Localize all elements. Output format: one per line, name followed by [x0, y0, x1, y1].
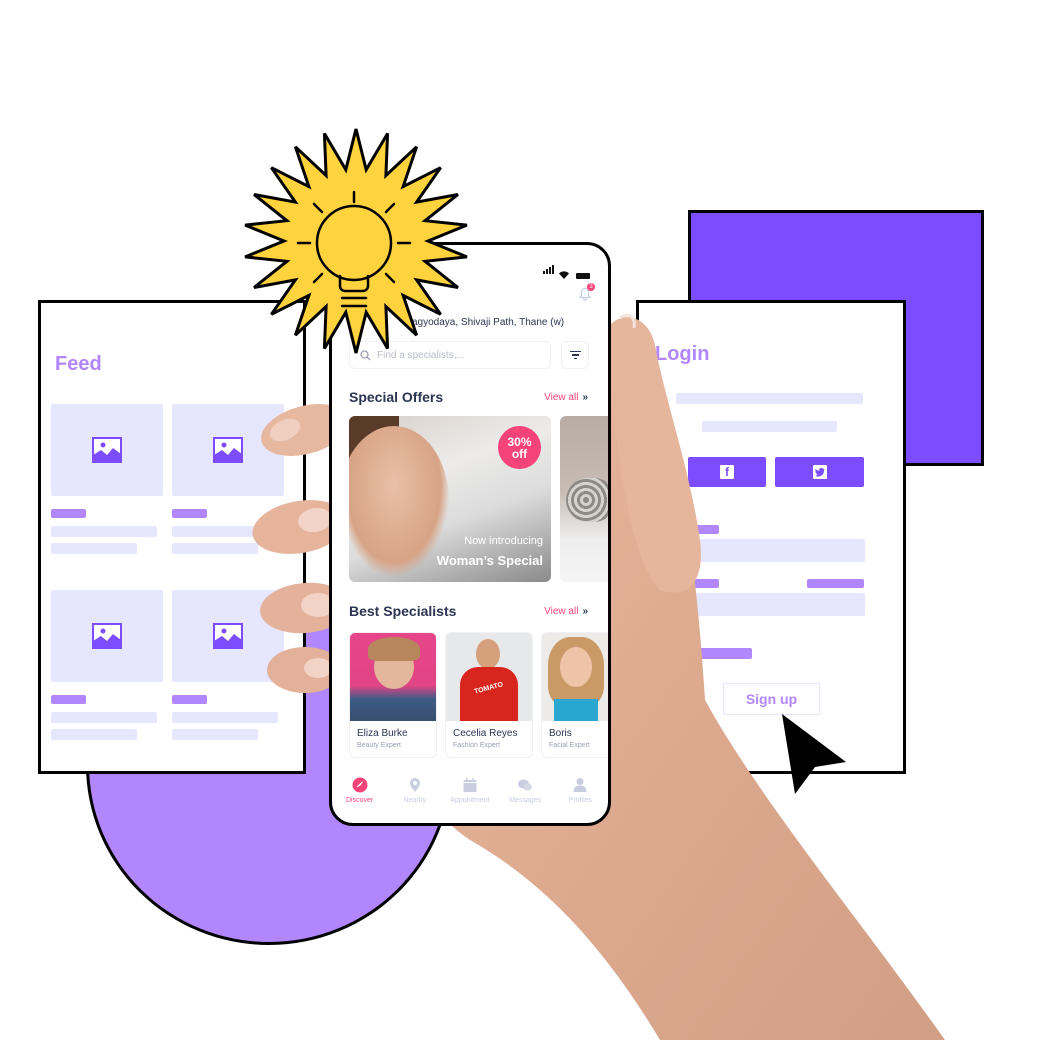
special-offers-title: Special Offers	[349, 389, 444, 405]
nav-label: Nearby	[403, 796, 427, 804]
specialist-card[interactable]: Eliza Burke Beauty Expert	[349, 632, 437, 758]
discover-icon	[352, 777, 368, 792]
nav-label: Messages	[509, 796, 542, 804]
specialist-photo: TOMATO	[446, 633, 532, 721]
twitter-icon	[812, 465, 827, 479]
login-text-placeholder	[702, 421, 837, 432]
specialist-role: Fashion Expert	[453, 742, 501, 749]
feed-tag-placeholder	[51, 695, 86, 704]
view-all-label: View all	[544, 392, 579, 403]
feed-tag-placeholder	[51, 509, 86, 518]
feed-tile[interactable]	[51, 404, 163, 496]
best-specialists-title: Best Specialists	[349, 603, 457, 619]
offer-photo-face	[349, 426, 449, 576]
feed-text-placeholder	[172, 543, 258, 554]
notification-bell-button[interactable]: 3	[578, 283, 595, 301]
offer-card-next[interactable]	[560, 416, 608, 582]
feed-text-placeholder	[51, 729, 137, 740]
feed-wireframe-card: Feed	[38, 300, 306, 774]
login-submit-placeholder[interactable]	[695, 648, 752, 659]
discount-badge: 30% off	[498, 426, 541, 469]
best-specialists-view-all-link[interactable]: View all»	[544, 606, 588, 617]
nav-item-profiles[interactable]: Profiles	[553, 777, 607, 804]
specialist-role: Beauty Expert	[357, 742, 401, 749]
feed-tile[interactable]	[172, 590, 284, 682]
lightbulb-idea-icon	[244, 128, 468, 354]
nav-label: Profiles	[568, 796, 593, 804]
double-chevron-right-icon: »	[582, 606, 588, 617]
feed-text-placeholder	[172, 526, 278, 537]
feed-text-placeholder	[51, 543, 137, 554]
login-label-placeholder	[689, 579, 719, 588]
feed-text-placeholder	[51, 712, 157, 723]
specialist-name: Eliza Burke	[357, 728, 408, 739]
specialist-photo	[542, 633, 608, 721]
feed-tag-placeholder	[172, 509, 207, 518]
specialist-name: Boris	[549, 728, 572, 739]
feed-text-placeholder	[172, 712, 278, 723]
offer-title: Woman’s Special	[436, 553, 543, 568]
nav-item-appointment[interactable]: Appointment	[443, 777, 497, 804]
image-placeholder-icon	[213, 437, 243, 463]
chat-icon	[518, 779, 533, 790]
forgot-link-placeholder[interactable]	[807, 579, 864, 588]
notification-badge: 3	[587, 283, 595, 291]
image-placeholder-icon	[213, 623, 243, 649]
facebook-icon: f	[720, 465, 734, 479]
login-title: Login	[655, 343, 710, 365]
nav-label: Appointment	[450, 796, 490, 804]
bottom-navigation: Discover Nearby Appointment Messages Pro…	[332, 763, 608, 823]
sign-up-button[interactable]: Sign up	[723, 683, 820, 715]
status-bar	[543, 261, 590, 279]
feed-text-placeholder	[51, 526, 157, 537]
nav-item-discover[interactable]: Discover	[333, 777, 387, 804]
specialist-name: Cecelia Reyes	[453, 728, 518, 739]
login-text-placeholder	[676, 393, 863, 404]
feed-tag-placeholder	[172, 695, 207, 704]
facebook-login-button[interactable]: f	[688, 457, 766, 487]
feed-title: Feed	[55, 353, 102, 375]
specialist-card[interactable]: Boris Facial Expert	[541, 632, 608, 758]
view-all-label: View all	[544, 606, 579, 617]
login-wireframe-card: Login f Sign up	[636, 300, 906, 774]
location-pin-icon	[409, 777, 420, 792]
offer-subtitle: Now introducing	[464, 535, 543, 547]
user-icon	[573, 777, 587, 792]
discount-percent: 30%	[507, 434, 532, 449]
specialist-card[interactable]: TOMATO Cecelia Reyes Fashion Expert	[445, 632, 533, 758]
login-input-placeholder[interactable]	[689, 539, 865, 562]
offer-card[interactable]: 30% off Now introducing Woman’s Special	[349, 416, 551, 582]
feed-text-placeholder	[172, 729, 258, 740]
battery-icon	[576, 273, 590, 279]
mouse-pointer-icon	[782, 714, 846, 794]
filter-icon	[569, 350, 581, 353]
signal-icon	[543, 261, 555, 279]
towel-photo	[566, 478, 608, 522]
image-placeholder-icon	[92, 623, 122, 649]
special-offers-view-all-link[interactable]: View all»	[544, 392, 588, 403]
discount-off-label: off	[511, 446, 528, 461]
login-label-placeholder	[689, 525, 719, 534]
feed-tile[interactable]	[51, 590, 163, 682]
specialist-role: Facial Expert	[549, 742, 590, 749]
filter-button[interactable]	[561, 341, 589, 369]
login-input-placeholder[interactable]	[689, 593, 865, 616]
wifi-icon	[559, 271, 569, 279]
nav-item-nearby[interactable]: Nearby	[388, 777, 442, 804]
calendar-icon	[463, 777, 477, 792]
feed-tile[interactable]	[172, 404, 284, 496]
image-placeholder-icon	[92, 437, 122, 463]
twitter-login-button[interactable]	[775, 457, 864, 487]
nav-item-messages[interactable]: Messages	[498, 777, 552, 804]
nav-label: Discover	[345, 796, 374, 804]
specialist-photo	[350, 633, 436, 721]
double-chevron-right-icon: »	[582, 392, 588, 403]
